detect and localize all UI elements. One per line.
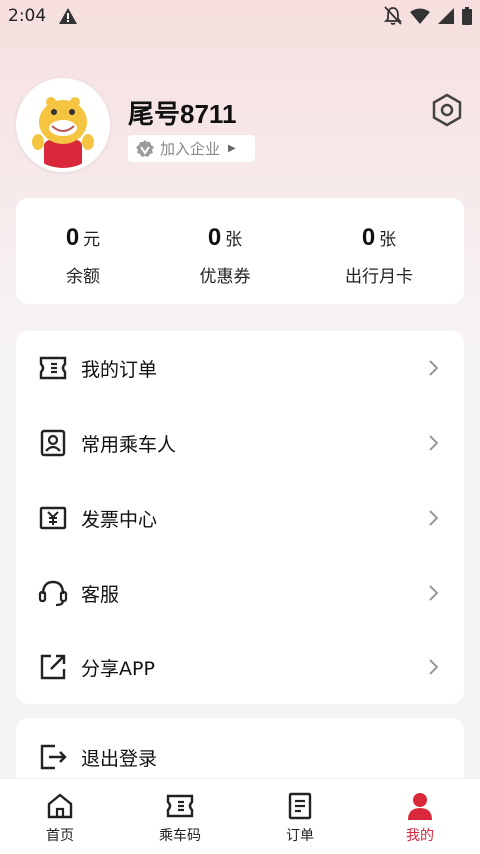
nav-item-label: 我的 — [406, 828, 434, 844]
logout-icon — [40, 744, 67, 770]
menu-card: 我的订单 常用乘车人 发票中心 客服 分享APP — [16, 331, 464, 704]
mute-icon — [384, 6, 402, 25]
stat-value: 0 — [207, 224, 222, 251]
menu-item-label: 客服 — [81, 583, 120, 606]
caret-right-icon: ▶ — [228, 143, 236, 154]
menu-item-orders[interactable]: 我的订单 — [16, 331, 464, 405]
stat-coupons[interactable]: 0张 优惠券 — [180, 224, 270, 287]
chevron-right-icon — [429, 360, 439, 376]
warning-icon — [59, 8, 77, 24]
battery-icon — [462, 7, 472, 25]
menu-item-label: 分享APP — [81, 657, 155, 680]
order-icon — [288, 792, 312, 820]
logout-label: 退出登录 — [81, 747, 158, 770]
stat-monthly-pass[interactable]: 0张 出行月卡 — [329, 224, 429, 287]
join-company-button[interactable]: 加入企业 ▶ — [128, 135, 255, 162]
menu-item-invoice[interactable]: 发票中心 — [16, 481, 464, 555]
home-icon — [47, 793, 73, 819]
user-icon — [408, 793, 432, 820]
chevron-right-icon — [429, 510, 439, 526]
nav-item-label: 首页 — [46, 828, 74, 844]
person-card-icon — [40, 429, 66, 457]
username: 尾号8711 — [128, 99, 237, 129]
nav-item-label: 订单 — [286, 828, 314, 844]
nav-item-home[interactable]: 首页 — [0, 779, 120, 854]
ticket-icon — [39, 356, 67, 380]
menu-item-passengers[interactable]: 常用乘车人 — [16, 406, 464, 480]
nav-item-orders[interactable]: 订单 — [240, 779, 360, 854]
ticket-code-icon — [166, 794, 194, 818]
bottom-nav: 首页 乘车码 订单 我的 — [0, 778, 480, 854]
avatar[interactable] — [16, 78, 110, 172]
menu-item-customer-service[interactable]: 客服 — [16, 556, 464, 630]
stats-card: 0元 余额 0张 优惠券 0张 出行月卡 — [16, 198, 464, 304]
stat-unit: 元 — [83, 230, 101, 250]
join-company-label: 加入企业 — [160, 140, 221, 158]
stat-unit: 张 — [379, 230, 397, 250]
menu-item-label: 我的订单 — [81, 358, 158, 381]
verified-badge-icon — [136, 139, 154, 157]
menu-item-label: 发票中心 — [81, 508, 158, 531]
share-icon — [40, 654, 66, 680]
nav-item-me[interactable]: 我的 — [360, 779, 480, 854]
stat-label: 余额 — [66, 267, 100, 287]
stat-value: 0 — [65, 224, 80, 251]
nav-item-ticket-code[interactable]: 乘车码 — [120, 779, 240, 854]
cellular-icon — [438, 8, 454, 24]
menu-item-label: 常用乘车人 — [81, 433, 177, 456]
hippo-mascot-icon — [20, 82, 106, 168]
invoice-icon — [39, 506, 67, 530]
wifi-icon — [410, 8, 430, 24]
stat-unit: 张 — [225, 230, 243, 250]
headset-icon — [38, 580, 68, 607]
menu-item-share[interactable]: 分享APP — [16, 630, 464, 704]
nav-item-label: 乘车码 — [159, 828, 201, 844]
stat-label: 优惠券 — [199, 267, 251, 287]
settings-icon[interactable] — [431, 93, 463, 127]
status-bar: 2:04 — [0, 0, 480, 34]
chevron-right-icon — [429, 435, 439, 451]
status-time: 2:04 — [8, 6, 47, 26]
chevron-right-icon — [429, 585, 439, 601]
stat-value: 0 — [361, 224, 376, 251]
stat-balance[interactable]: 0元 余额 — [38, 224, 128, 287]
chevron-right-icon — [429, 659, 439, 675]
stat-label: 出行月卡 — [345, 267, 413, 287]
